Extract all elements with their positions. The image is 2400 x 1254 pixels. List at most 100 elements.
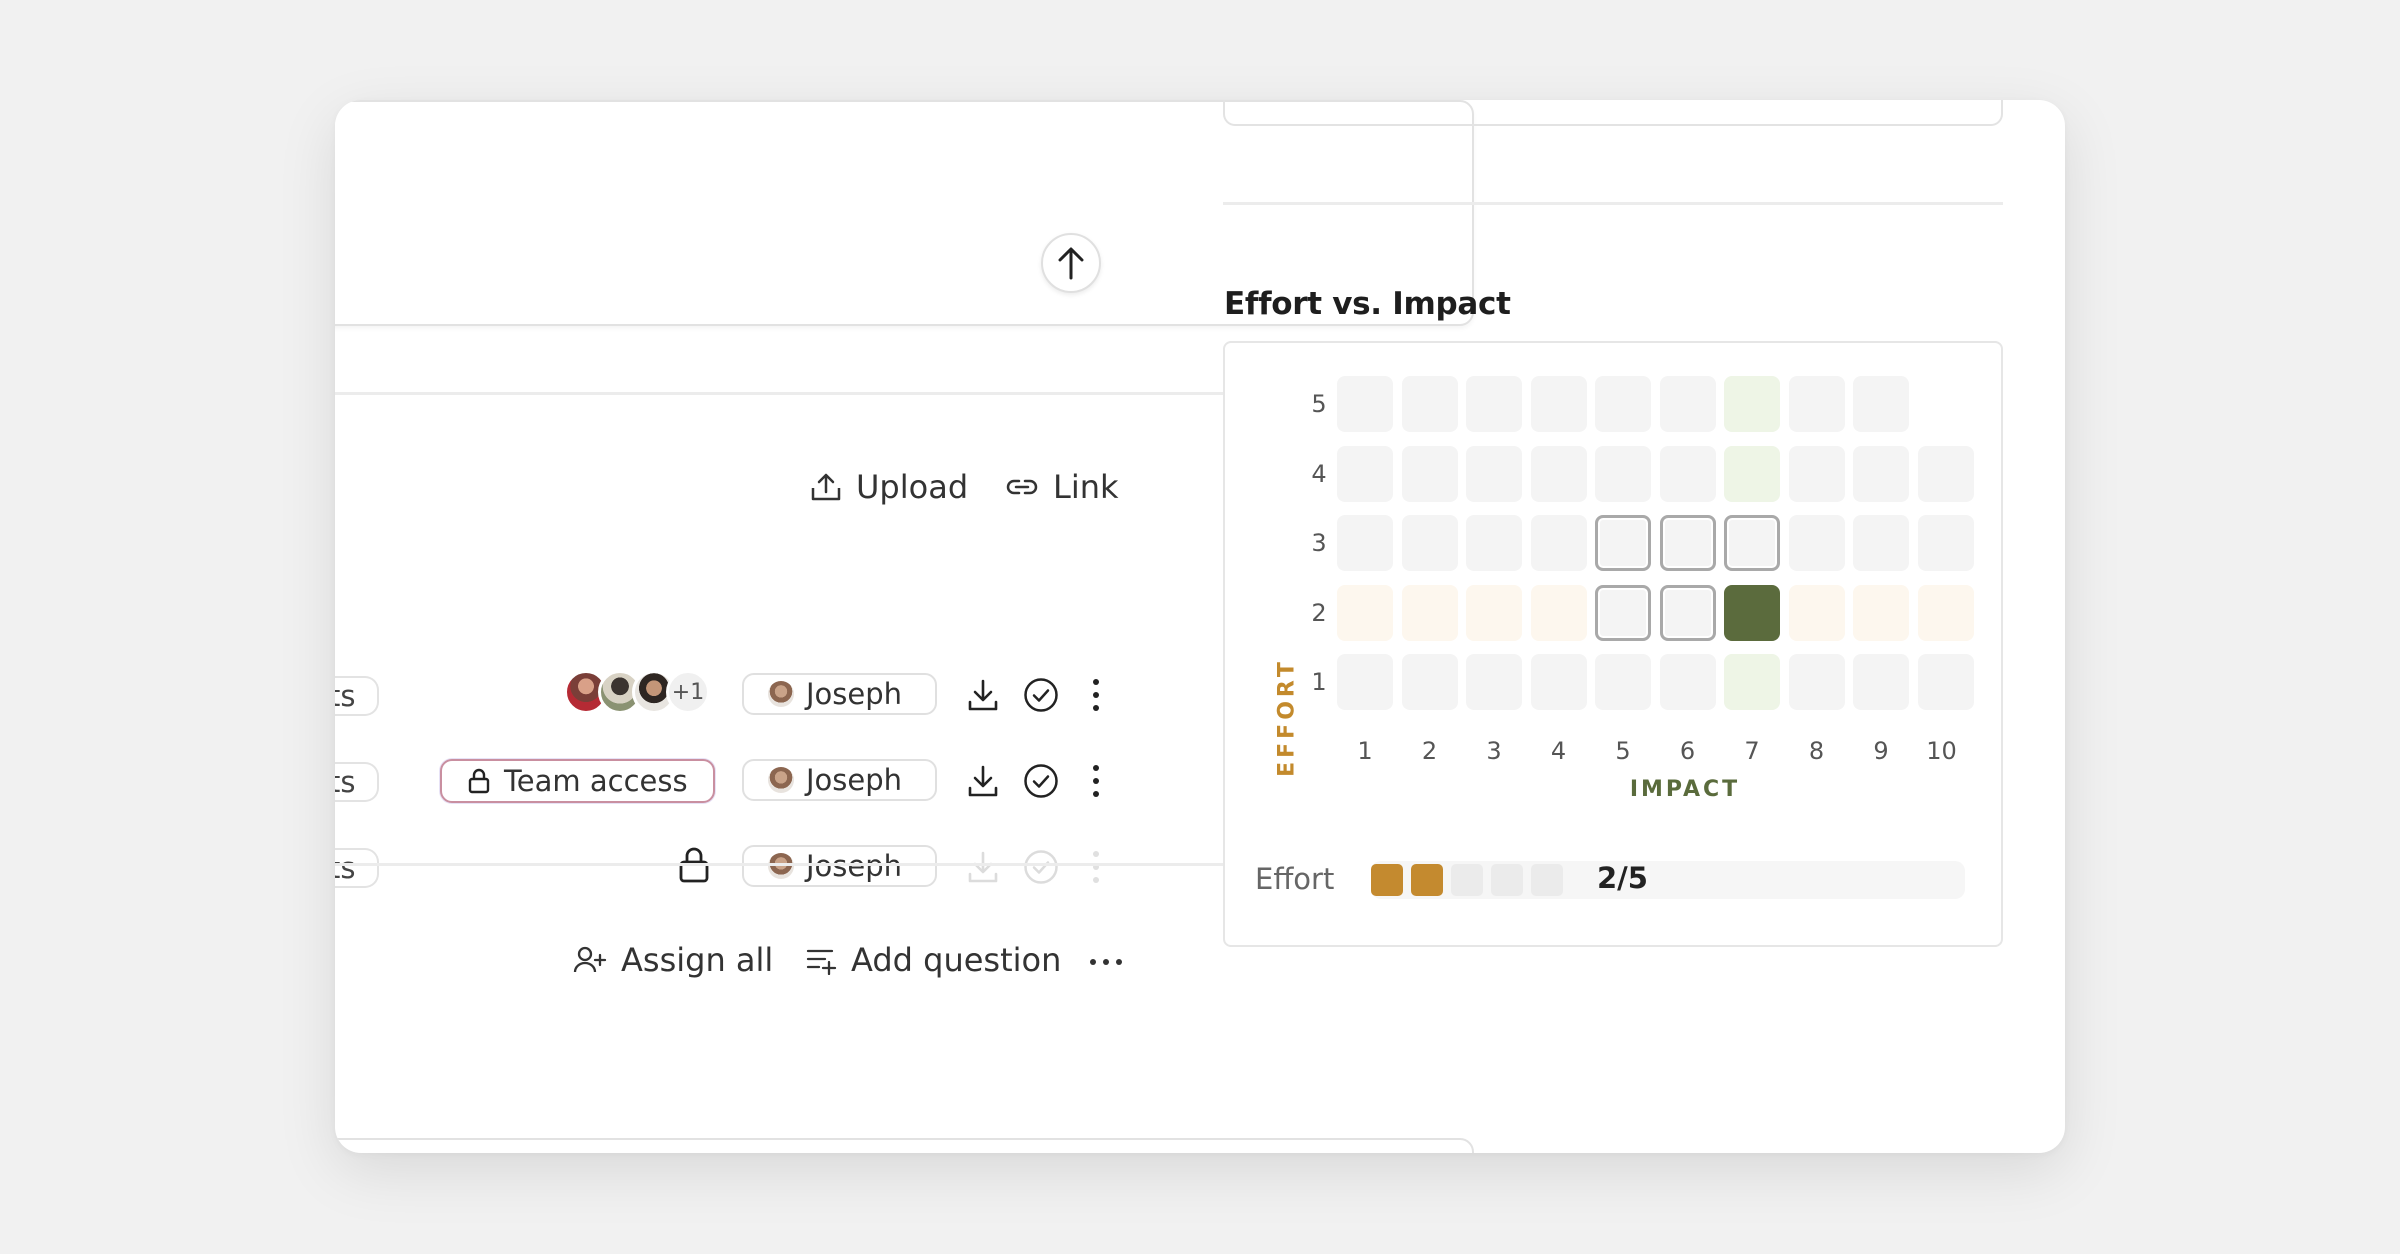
- owner-pill[interactable]: Joseph: [742, 759, 937, 801]
- matrix-cell[interactable]: [1530, 654, 1587, 710]
- matrix-cell[interactable]: [1659, 654, 1716, 710]
- matrix-cell[interactable]: [1337, 584, 1393, 641]
- owner-pill[interactable]: Joseph: [742, 673, 937, 715]
- matrix-cell[interactable]: [1530, 376, 1587, 432]
- x-tick-label: 4: [1550, 737, 1567, 765]
- matrix-cell[interactable]: [1401, 515, 1458, 571]
- tag-text: ts: [335, 679, 356, 713]
- tag-text: ts: [335, 851, 356, 885]
- more-horizontal-icon: [1090, 959, 1122, 965]
- download-button[interactable]: [963, 761, 1003, 801]
- tag-chip[interactable]: ts: [335, 676, 379, 716]
- effort-impact-matrix: 1 2 3 4 5 1 2 3 4 5 6 7 8 9 10 EFFORT IMPACT Effort 2/…: [1223, 341, 2003, 947]
- matrix-cell[interactable]: [1530, 445, 1587, 502]
- send-button[interactable]: [1041, 233, 1101, 293]
- matrix-cell[interactable]: [1917, 445, 1974, 502]
- matrix-cell[interactable]: [1466, 445, 1522, 502]
- avatar-more-badge: +1: [666, 670, 710, 714]
- lock-icon: [468, 768, 490, 794]
- matrix-cell[interactable]: [1530, 515, 1587, 571]
- matrix-cell-selected[interactable]: [1724, 584, 1780, 641]
- matrix-cell[interactable]: [1788, 515, 1845, 571]
- y-tick-label: 2: [1311, 598, 1327, 627]
- matrix-cell[interactable]: [1401, 584, 1458, 641]
- matrix-cell[interactable]: [1595, 654, 1651, 710]
- matrix-cell[interactable]: [1724, 654, 1780, 710]
- matrix-cell[interactable]: [1853, 445, 1909, 502]
- matrix-cell[interactable]: [1659, 515, 1716, 571]
- approve-button[interactable]: [1021, 675, 1061, 715]
- more-options-button[interactable]: [1086, 942, 1126, 982]
- matrix-cell[interactable]: [1595, 445, 1651, 502]
- y-tick-label: 3: [1311, 529, 1327, 557]
- link-button[interactable]: Link: [1005, 468, 1119, 506]
- download-icon: [968, 679, 998, 711]
- matrix-cell[interactable]: [1788, 654, 1845, 710]
- approve-button[interactable]: [1021, 761, 1061, 801]
- matrix-cell[interactable]: [1917, 584, 1974, 641]
- section-divider: [1223, 202, 2003, 205]
- more-options-button-disabled: [1076, 847, 1116, 887]
- matrix-cell[interactable]: [1788, 445, 1845, 502]
- text-field[interactable]: [1223, 100, 2003, 126]
- more-vertical-icon: [1093, 679, 1099, 711]
- x-axis-label: IMPACT: [1629, 777, 1741, 802]
- matrix-cell[interactable]: [1337, 654, 1393, 710]
- matrix-cell[interactable]: [1917, 654, 1974, 710]
- matrix-cell[interactable]: [1853, 584, 1909, 641]
- y-tick-label: 4: [1311, 459, 1327, 488]
- avatar: [768, 681, 794, 707]
- matrix-cell[interactable]: [1337, 515, 1393, 571]
- owner-name: Joseph: [806, 763, 903, 797]
- matrix-cell[interactable]: [1724, 445, 1780, 502]
- effort-value: 2/5: [1597, 861, 1648, 895]
- chart-title: Effort vs. Impact: [1224, 286, 1511, 322]
- matrix-cell[interactable]: [1401, 376, 1458, 432]
- matrix-cell[interactable]: [1530, 584, 1587, 641]
- matrix-cell[interactable]: [1595, 376, 1651, 432]
- check-circle-icon: [1024, 850, 1058, 884]
- tag-chip[interactable]: ts: [335, 848, 379, 888]
- owner-pill[interactable]: Joseph: [742, 845, 937, 887]
- matrix-cell[interactable]: [1466, 515, 1522, 571]
- more-options-button[interactable]: [1076, 675, 1116, 715]
- matrix-cell[interactable]: [1659, 445, 1716, 502]
- check-circle-icon: [1024, 678, 1058, 712]
- matrix-cell[interactable]: [1466, 584, 1522, 641]
- main-card: Upload Link ts +1 Joseph ts: [335, 100, 2065, 1153]
- avatar-group[interactable]: +1: [564, 670, 714, 718]
- matrix-cell[interactable]: [1853, 376, 1909, 432]
- matrix-cell[interactable]: [1466, 376, 1522, 432]
- add-question-button[interactable]: Add question: [805, 941, 1061, 979]
- download-icon: [968, 765, 998, 797]
- matrix-cell[interactable]: [1401, 445, 1458, 502]
- matrix-cell[interactable]: [1595, 584, 1651, 641]
- matrix-cell[interactable]: [1401, 654, 1458, 710]
- matrix-cell[interactable]: [1337, 445, 1393, 502]
- matrix-cell[interactable]: [1853, 515, 1909, 571]
- assign-all-button[interactable]: Assign all: [573, 941, 773, 979]
- matrix-cell[interactable]: [1724, 376, 1780, 432]
- upload-button[interactable]: Upload: [810, 468, 968, 506]
- matrix-cell[interactable]: [1917, 515, 1974, 571]
- download-button[interactable]: [963, 675, 1003, 715]
- x-tick-label: 6: [1679, 737, 1696, 765]
- tag-chip[interactable]: ts: [335, 762, 379, 802]
- matrix-cell[interactable]: [1659, 376, 1716, 432]
- matrix-cell[interactable]: [1337, 376, 1393, 432]
- matrix-cell[interactable]: [1466, 654, 1522, 710]
- team-access-pill[interactable]: Team access: [440, 759, 715, 803]
- add-list-icon: [806, 949, 837, 975]
- matrix-cell[interactable]: [1853, 654, 1909, 710]
- download-icon: [968, 851, 998, 883]
- more-options-button[interactable]: [1076, 761, 1116, 801]
- next-field[interactable]: [335, 1138, 1474, 1153]
- matrix-cell[interactable]: [1788, 584, 1845, 641]
- tag-text: ts: [335, 765, 356, 799]
- matrix-cell[interactable]: [1724, 515, 1780, 571]
- y-tick-label: 5: [1311, 390, 1327, 418]
- matrix-cell[interactable]: [1659, 584, 1716, 641]
- avatar: [768, 767, 794, 793]
- matrix-cell[interactable]: [1595, 515, 1651, 571]
- matrix-cell[interactable]: [1788, 376, 1845, 432]
